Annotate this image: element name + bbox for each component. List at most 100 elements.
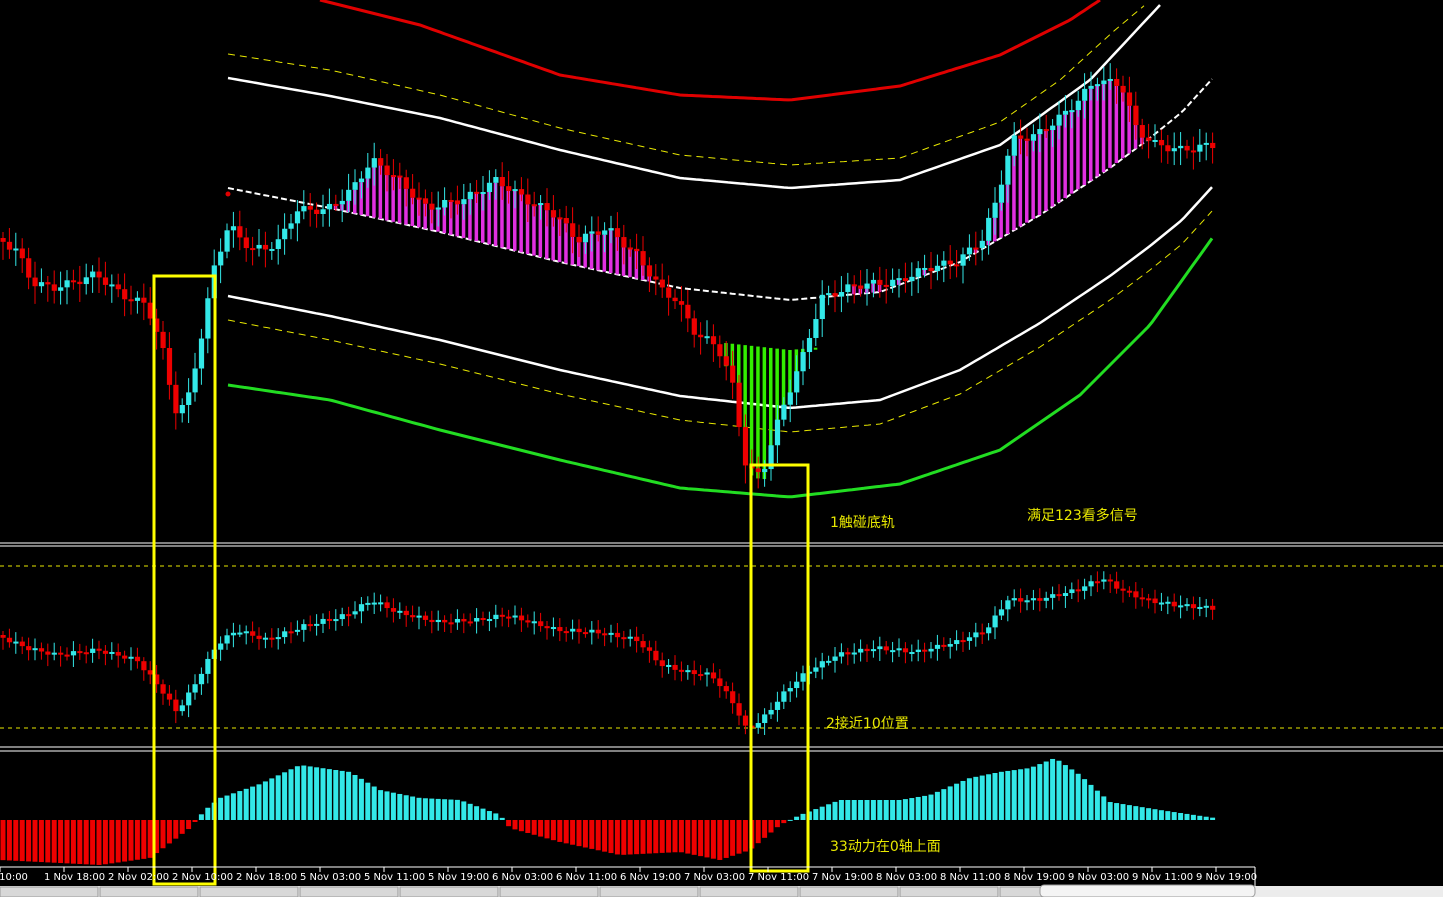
- momentum-bar-positive: [1190, 814, 1196, 820]
- chart-canvas[interactable]: 1触碰底轨 满足123看多信号 2接近10位置 33动力在0轴上面 v 10:0…: [0, 0, 1443, 897]
- axis-tick-label: 7 Nov 11:00: [748, 872, 809, 883]
- axis-tick-label: 6 Nov 11:00: [556, 872, 617, 883]
- momentum-bar-negative: [736, 820, 742, 854]
- osc-candle: [0, 635, 6, 638]
- price-candle: [1069, 110, 1075, 113]
- momentum-bar-positive: [1184, 813, 1190, 820]
- histo-bar-above-mid: [1108, 80, 1112, 168]
- price-candle: [512, 189, 518, 192]
- momentum-bar-negative: [653, 820, 659, 854]
- momentum-bar-positive: [410, 796, 416, 820]
- osc-candle: [333, 619, 339, 622]
- osc-candle: [102, 650, 109, 654]
- osc-candle: [602, 633, 608, 636]
- momentum-bar-positive: [1018, 769, 1024, 820]
- momentum-bar-positive: [256, 784, 262, 820]
- price-candle: [1011, 135, 1017, 156]
- price-candle: [282, 228, 288, 240]
- momentum-bar-negative: [38, 820, 44, 863]
- price-candle: [1018, 135, 1024, 139]
- momentum-bar-negative: [6, 820, 12, 861]
- osc-candle: [787, 688, 793, 692]
- osc-candle: [525, 620, 531, 623]
- price-candle: [486, 182, 493, 193]
- osc-candle: [685, 670, 691, 673]
- osc-candle: [1069, 589, 1075, 594]
- momentum-bar-positive: [902, 799, 908, 820]
- annotation-near-10-level: 2接近10位置: [826, 715, 909, 732]
- price-candle: [762, 469, 768, 473]
- osc-candle: [429, 619, 435, 623]
- price-candle: [467, 191, 473, 200]
- osc-candle: [717, 678, 723, 687]
- momentum-bar-negative: [102, 820, 108, 865]
- symbol-tab: [299, 886, 399, 897]
- price-candle: [832, 293, 838, 297]
- price-candle: [186, 392, 192, 406]
- osc-candle: [1043, 597, 1049, 601]
- osc-candle: [755, 723, 761, 728]
- price-candle: [109, 284, 115, 287]
- momentum-bar-negative: [672, 820, 678, 853]
- osc-candle: [1107, 579, 1113, 582]
- price-candle: [320, 209, 326, 214]
- osc-candle: [986, 627, 992, 634]
- price-candle: [307, 206, 313, 210]
- price-candle: [685, 304, 691, 319]
- osc-candle: [1050, 594, 1056, 598]
- momentum-bar-negative: [525, 820, 531, 833]
- momentum-bar-positive: [339, 770, 345, 820]
- signal-dot: [225, 191, 231, 197]
- momentum-bar-positive: [928, 794, 934, 820]
- osc-candle: [256, 635, 262, 639]
- osc-candle: [384, 602, 390, 609]
- osc-candle: [659, 660, 665, 667]
- axis-tick-label: 8 Nov 03:00: [876, 872, 937, 883]
- osc-candle: [1210, 605, 1216, 610]
- momentum-bar-negative: [595, 820, 601, 851]
- price-candle: [314, 209, 320, 214]
- osc-candle: [90, 648, 96, 653]
- price-candle: [198, 338, 205, 369]
- osc-candle: [627, 636, 633, 639]
- osc-candle: [1152, 598, 1158, 604]
- price-candle: [992, 202, 998, 218]
- price-candle: [883, 284, 889, 287]
- momentum-bar-positive: [1107, 802, 1113, 820]
- osc-candle: [890, 650, 896, 653]
- momentum-bar-positive: [838, 800, 844, 820]
- momentum-bar-positive: [448, 799, 454, 820]
- price-candle: [870, 279, 877, 284]
- osc-candle: [192, 684, 198, 693]
- momentum-bar-positive: [960, 780, 966, 820]
- momentum-bar-negative: [186, 820, 192, 830]
- osc-candle: [115, 651, 121, 656]
- osc-candle: [506, 616, 512, 619]
- osc-candle: [198, 673, 205, 685]
- price-candle: [352, 182, 358, 190]
- osc-candle: [275, 637, 281, 640]
- price-candle: [115, 284, 121, 290]
- osc-candle: [864, 648, 870, 652]
- price-candle: [550, 210, 557, 218]
- osc-candle: [845, 652, 851, 655]
- momentum-bar-positive: [864, 800, 870, 820]
- osc-candle: [13, 641, 19, 644]
- price-candle: [890, 279, 896, 287]
- price-candle: [102, 277, 109, 285]
- price-candle: [288, 223, 294, 229]
- osc-candle: [646, 647, 653, 651]
- momentum-bar-negative: [538, 820, 544, 837]
- osc-candle: [26, 646, 32, 651]
- osc-candle: [557, 627, 563, 632]
- momentum-bar-positive: [480, 808, 486, 820]
- price-candle: [1190, 150, 1197, 153]
- momentum-bar-positive: [1056, 760, 1062, 820]
- price-candle: [1043, 129, 1049, 132]
- price-candle: [1037, 129, 1043, 135]
- price-candle: [851, 284, 857, 287]
- osc-candle: [947, 644, 953, 647]
- price-candle: [787, 392, 793, 405]
- price-candle: [525, 194, 531, 205]
- momentum-bar-negative: [576, 820, 582, 847]
